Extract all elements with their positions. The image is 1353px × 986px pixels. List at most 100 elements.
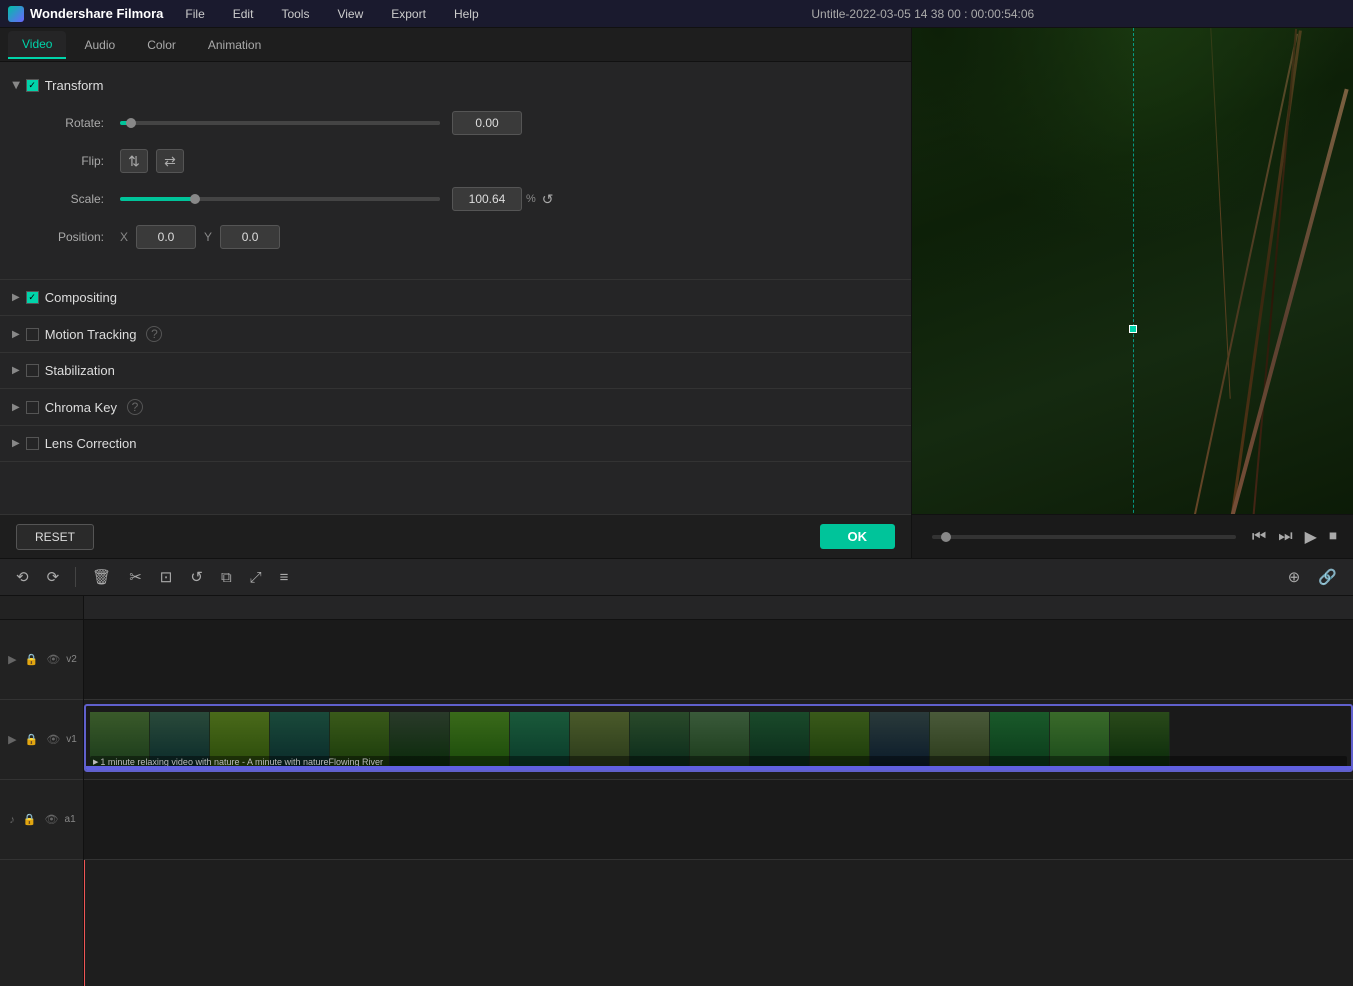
link-button[interactable]: 🔗 (1312, 564, 1343, 590)
crop-button[interactable]: ⊡ (154, 564, 179, 590)
step-back-button[interactable]: ⏮ (1248, 524, 1270, 550)
track-v1-icons: ▶ 🔒 👁 (6, 731, 62, 748)
track-v2-row (84, 620, 1353, 700)
video-preview (912, 28, 1353, 558)
lens-correction-section[interactable]: ▶ ✓ Lens Correction (0, 426, 911, 462)
video-clip[interactable]: ▶ 1 minute relaxing video with nature - … (84, 704, 1353, 772)
clip-selection-bar (86, 766, 1351, 770)
compositing-checkbox[interactable]: ✓ (26, 291, 39, 304)
flip-label: Flip: (40, 154, 120, 168)
flip-row: Flip: ⇅ ⇄ (40, 149, 891, 173)
scale-label: Scale: (40, 192, 120, 206)
tab-video[interactable]: Video (8, 31, 66, 59)
position-x-input[interactable]: 0.0 (136, 225, 196, 249)
ok-button[interactable]: OK (820, 524, 896, 549)
rotate-value[interactable]: 0.00 (452, 111, 522, 135)
delete-button[interactable]: 🗑 (86, 564, 117, 590)
rotate-slider[interactable] (120, 121, 440, 125)
track-a1-lock-icon[interactable]: 🔒 (21, 811, 39, 828)
playback-line (1133, 28, 1134, 558)
track-v2-lock-icon[interactable]: 🔒 (23, 651, 41, 668)
track-v1-lock-icon[interactable]: 🔒 (23, 731, 41, 748)
track-a1-row (84, 780, 1353, 860)
adjust-button[interactable]: ≡ (274, 565, 295, 590)
position-y-input[interactable]: 0.0 (220, 225, 280, 249)
properties-panel: Video Audio Color Animation ▶ ✓ Transfor… (0, 28, 912, 558)
chroma-key-help-icon[interactable]: ? (127, 399, 143, 415)
playback-progress-bar[interactable] (932, 535, 1236, 539)
frame-back-button[interactable]: ⏭ (1274, 524, 1296, 550)
menu-file[interactable]: File (179, 5, 210, 23)
tab-color[interactable]: Color (133, 32, 190, 58)
position-row: Position: X 0.0 Y 0.0 (40, 225, 891, 249)
lens-correction-title: Lens Correction (45, 436, 137, 451)
stabilization-section[interactable]: ▶ ✓ Stabilization (0, 353, 911, 389)
stop-button[interactable]: ⏹ (1325, 524, 1341, 550)
app-logo-icon (8, 6, 24, 22)
redo-button[interactable]: ⟳ (41, 564, 66, 590)
track-a1-label: a1 (65, 814, 76, 825)
track-v2-visible-icon[interactable]: 👁 (44, 651, 62, 668)
toolbar: ⟲ ⟳ 🗑 ✂ ⊡ ↺ ⧉ ⤢ ≡ ⊕ 🔗 (0, 558, 1353, 596)
playback-controls: ⏮ ⏭ ▶ ⏹ (912, 514, 1353, 558)
undo-button[interactable]: ⟲ (10, 564, 35, 590)
fullscreen-button[interactable]: ⤢ (244, 565, 268, 590)
track-v1-label: v1 (66, 734, 77, 745)
track-v1-visible-icon[interactable]: 👁 (44, 731, 62, 748)
track-v2-label: v2 (66, 654, 77, 665)
timeline-content: ▶ 🔒 👁 v2 ▶ 🔒 👁 v1 ♪ 🔒 (0, 620, 1353, 986)
transform-header[interactable]: ▶ ✓ Transform (0, 70, 911, 101)
track-v1-row[interactable]: ▶ 1 minute relaxing video with nature - … (84, 700, 1353, 780)
menu-view[interactable]: View (331, 5, 369, 23)
compositing-section[interactable]: ▶ ✓ Compositing (0, 280, 911, 316)
stabilization-checkbox[interactable]: ✓ (26, 364, 39, 377)
track-a1-icons: ♪ 🔒 👁 (7, 811, 60, 828)
tab-animation[interactable]: Animation (194, 32, 275, 58)
snap-button[interactable]: ⊕ (1282, 564, 1307, 590)
pip-button[interactable]: ⧉ (215, 565, 238, 590)
pos-y-label: Y (204, 230, 212, 244)
track-v1-play-icon[interactable]: ▶ (6, 731, 18, 748)
top-bar: Wondershare Filmora File Edit Tools View… (0, 0, 1353, 28)
menu-tools[interactable]: Tools (275, 5, 315, 23)
track-body: ▶ 1 minute relaxing video with nature - … (84, 620, 1353, 986)
app-name: Wondershare Filmora (30, 6, 163, 21)
stabilization-title: Stabilization (45, 363, 115, 378)
motion-tracking-checkbox[interactable]: ✓ (26, 328, 39, 341)
pos-x-label: X (120, 230, 128, 244)
tab-bar: Video Audio Color Animation (0, 28, 911, 62)
motion-tracking-section[interactable]: ▶ ✓ Motion Tracking ? (0, 316, 911, 353)
chroma-key-chevron: ▶ (12, 402, 20, 413)
lens-correction-checkbox[interactable]: ✓ (26, 437, 39, 450)
motion-tracking-help-icon[interactable]: ? (146, 326, 162, 342)
video-marker (1129, 325, 1137, 333)
track-v2-play-icon[interactable]: ▶ (6, 651, 18, 668)
track-v2-icons: ▶ 🔒 👁 (6, 651, 62, 668)
transform-checkbox[interactable]: ✓ (26, 79, 39, 92)
tab-audio[interactable]: Audio (70, 32, 129, 58)
rotate-row: Rotate: 0.00 (40, 111, 891, 135)
flip-horizontal-button[interactable]: ⇅ (120, 149, 148, 173)
scale-value[interactable]: 100.64 (452, 187, 522, 211)
chroma-key-title: Chroma Key (45, 400, 117, 415)
chroma-key-checkbox[interactable]: ✓ (26, 401, 39, 414)
chroma-key-section[interactable]: ▶ ✓ Chroma Key ? (0, 389, 911, 426)
scale-reset-button[interactable]: ↺ (542, 191, 554, 208)
motion-tracking-chevron: ▶ (12, 329, 20, 340)
rotate-tool-button[interactable]: ↺ (184, 564, 209, 590)
reset-button[interactable]: RESET (16, 524, 94, 550)
menu-edit[interactable]: Edit (227, 5, 260, 23)
lens-correction-chevron: ▶ (12, 438, 20, 449)
menu-export[interactable]: Export (385, 5, 432, 23)
track-a1-play-icon[interactable]: ♪ (7, 811, 17, 828)
flip-vertical-button[interactable]: ⇄ (156, 149, 184, 173)
video-content (912, 28, 1353, 558)
track-a1-visible-icon[interactable]: 👁 (43, 811, 61, 828)
title-bar: Untitle-2022-03-05 14 38 00 : 00:00:54:0… (501, 7, 1345, 21)
menu-help[interactable]: Help (448, 5, 485, 23)
flip-buttons: ⇅ ⇄ (120, 149, 184, 173)
scale-slider[interactable] (120, 197, 440, 201)
play-button[interactable]: ▶ (1301, 523, 1321, 551)
cut-button[interactable]: ✂ (123, 564, 148, 590)
scale-percent: % (526, 193, 536, 205)
